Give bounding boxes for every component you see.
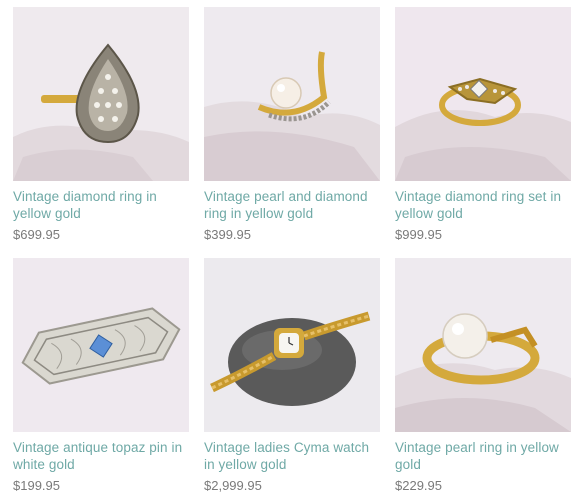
product-image[interactable]	[204, 7, 380, 181]
product-price: $2,999.95	[204, 478, 262, 493]
product-image[interactable]	[395, 258, 571, 432]
product-title[interactable]: Vintage diamond ring set in yellow gold	[395, 188, 571, 222]
product-price: $699.95	[13, 227, 60, 242]
product-title[interactable]: Vintage pearl ring in yellow gold	[395, 439, 571, 473]
product-image[interactable]	[13, 7, 189, 181]
product-card[interactable]: Vintage antique topaz pin in white gold …	[13, 258, 189, 493]
product-card[interactable]: Vintage ladies Cyma watch in yellow gold…	[204, 258, 380, 493]
product-image[interactable]	[204, 258, 380, 432]
product-title[interactable]: Vintage ladies Cyma watch in yellow gold	[204, 439, 380, 473]
product-image[interactable]	[13, 258, 189, 432]
product-title[interactable]: Vintage antique topaz pin in white gold	[13, 439, 189, 473]
product-price: $399.95	[204, 227, 251, 242]
product-card[interactable]: Vintage diamond ring in yellow gold $699…	[13, 7, 189, 242]
product-grid: Vintage diamond ring in yellow gold $699…	[0, 0, 582, 503]
product-price: $199.95	[13, 478, 60, 493]
product-price: $999.95	[395, 227, 442, 242]
product-card[interactable]: Vintage pearl ring in yellow gold $229.9…	[395, 258, 571, 493]
product-title[interactable]: Vintage diamond ring in yellow gold	[13, 188, 189, 222]
product-card[interactable]: Vintage pearl and diamond ring in yellow…	[204, 7, 380, 242]
product-title[interactable]: Vintage pearl and diamond ring in yellow…	[204, 188, 380, 222]
product-image[interactable]	[395, 7, 571, 181]
product-card[interactable]: Vintage diamond ring set in yellow gold …	[395, 7, 571, 242]
product-price: $229.95	[395, 478, 442, 493]
